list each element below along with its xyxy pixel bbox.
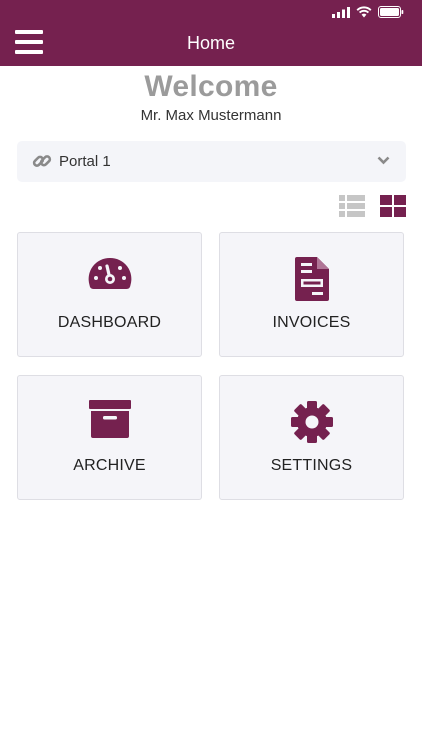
link-icon xyxy=(32,155,52,167)
invoice-document-icon xyxy=(294,257,329,301)
tile-label: SETTINGS xyxy=(270,457,353,474)
wifi-icon xyxy=(356,6,372,18)
dashboard-tile[interactable]: DASHBOARD xyxy=(17,232,202,357)
user-name: Mr. Max Mustermann xyxy=(140,107,282,124)
list-view-button[interactable] xyxy=(339,195,365,222)
list-view-icon xyxy=(339,195,365,217)
portal-selected-value: Portal 1 xyxy=(59,153,111,170)
status-bar xyxy=(332,5,404,19)
page-title: Home xyxy=(186,33,235,53)
grid-view-icon xyxy=(380,195,406,217)
grid-view-button[interactable] xyxy=(380,195,406,222)
tile-label: DASHBOARD xyxy=(57,314,162,331)
portal-selector[interactable]: Portal 1 xyxy=(17,141,406,182)
speedometer-icon xyxy=(88,257,131,289)
tile-label: INVOICES xyxy=(272,314,351,331)
battery-icon xyxy=(378,6,404,18)
chevron-down-icon xyxy=(377,156,390,165)
app-header: Home xyxy=(0,0,422,66)
archive-tile[interactable]: ARCHIVE xyxy=(17,375,202,500)
welcome-heading: Welcome xyxy=(144,70,278,103)
gear-icon xyxy=(290,401,333,443)
signal-icon xyxy=(332,6,350,18)
tile-label: ARCHIVE xyxy=(73,457,146,474)
settings-tile[interactable]: SETTINGS xyxy=(219,375,404,500)
invoices-tile[interactable]: INVOICES xyxy=(219,232,404,357)
archive-box-icon xyxy=(88,400,131,438)
